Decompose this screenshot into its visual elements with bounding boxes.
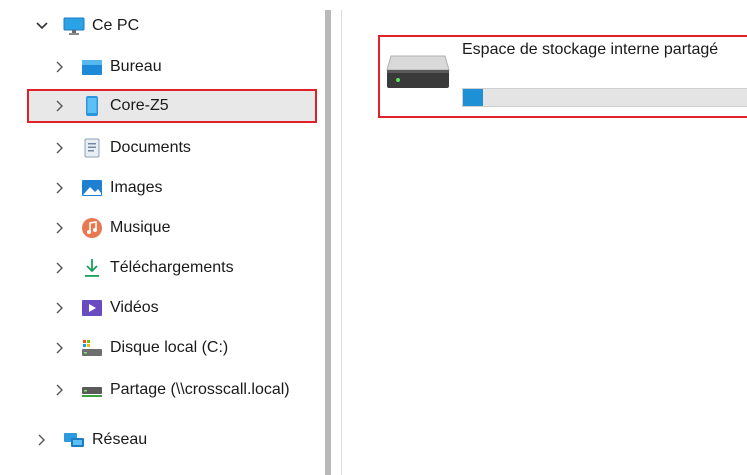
chevron-right-icon[interactable] [53, 383, 67, 397]
pane-divider [341, 10, 342, 475]
nav-item-reseau[interactable]: Réseau [35, 423, 147, 457]
nav-item-ce-pc[interactable]: Ce PC [35, 9, 139, 43]
storage-device-tile[interactable]: Espace de stockage interne partagé [378, 35, 747, 118]
downloads-icon [81, 257, 103, 279]
nav-item-disque-local[interactable]: Disque local (C:) [53, 331, 228, 365]
nav-item-label: Vidéos [110, 299, 159, 316]
nav-item-videos[interactable]: Vidéos [53, 291, 159, 325]
nav-item-telechargements[interactable]: Téléchargements [53, 251, 234, 285]
chevron-right-icon[interactable] [53, 261, 67, 275]
nav-item-bureau[interactable]: Bureau [53, 50, 162, 84]
phone-icon [81, 95, 103, 117]
nav-item-label: Core-Z5 [110, 97, 169, 114]
chevron-right-icon[interactable] [53, 341, 67, 355]
pane-splitter[interactable] [325, 10, 331, 475]
chevron-right-icon[interactable] [53, 99, 67, 113]
network-icon [63, 429, 85, 451]
music-folder-icon [81, 217, 103, 239]
storage-usage-bar [462, 88, 747, 107]
device-name: Espace de stockage interne partagé [462, 41, 719, 58]
nav-item-core-z5[interactable]: Core-Z5 [27, 89, 317, 123]
chevron-right-icon[interactable] [53, 221, 67, 235]
nav-item-label: Bureau [110, 58, 162, 75]
nav-item-label: Ce PC [92, 17, 140, 34]
network-drive-icon [81, 379, 103, 401]
storage-usage-fill [463, 89, 484, 106]
nav-item-partage[interactable]: Partage (\\crosscall.local) [53, 373, 290, 407]
local-disk-icon [81, 337, 103, 359]
pictures-folder-icon [81, 177, 103, 199]
chevron-right-icon[interactable] [53, 301, 67, 315]
nav-item-label: Musique [110, 219, 171, 236]
nav-item-label: Images [110, 179, 163, 196]
nav-item-musique[interactable]: Musique [53, 211, 170, 245]
chevron-right-icon[interactable] [53, 181, 67, 195]
chevron-down-icon[interactable] [35, 19, 49, 33]
nav-item-documents[interactable]: Documents [53, 131, 191, 165]
documents-folder-icon [81, 137, 103, 159]
nav-item-images[interactable]: Images [53, 171, 162, 205]
chevron-right-icon[interactable] [53, 141, 67, 155]
desktop-folder-icon [81, 56, 103, 78]
chevron-right-icon[interactable] [53, 60, 67, 74]
navigation-pane: Ce PC Bureau Core-Z5 Documents Images Mu… [0, 0, 320, 475]
nav-item-label: Documents [110, 139, 191, 156]
chevron-right-icon[interactable] [35, 433, 49, 447]
drive-icon [385, 52, 451, 97]
videos-folder-icon [81, 297, 103, 319]
nav-item-label: Disque local (C:) [110, 339, 229, 356]
nav-item-label: Téléchargements [110, 259, 234, 276]
nav-item-label: Réseau [92, 431, 148, 448]
nav-item-label: Partage (\\crosscall.local) [110, 381, 290, 398]
computer-icon [63, 15, 85, 37]
